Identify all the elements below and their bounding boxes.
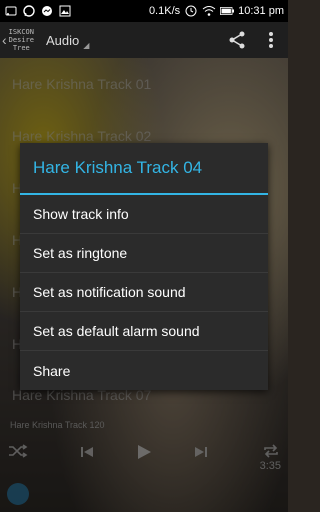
page-title[interactable]: Audio bbox=[46, 33, 79, 48]
menu-item-set-as-notification-sound[interactable]: Set as notification sound bbox=[20, 273, 268, 312]
whatsapp-icon bbox=[22, 4, 36, 18]
track-context-dialog: Hare Krishna Track 04 Show track info Se… bbox=[20, 143, 268, 390]
clock-time: 10:31 pm bbox=[238, 5, 284, 17]
action-bar: ‹ ISKCON Desire Tree Audio ◢ bbox=[0, 22, 288, 58]
gallery-icon bbox=[58, 4, 72, 18]
menu-item-set-as-ringtone[interactable]: Set as ringtone bbox=[20, 234, 268, 273]
network-speed: 0.1K/s bbox=[148, 5, 181, 17]
back-chevron-icon[interactable]: ‹ bbox=[2, 32, 7, 48]
menu-item-show-track-info[interactable]: Show track info bbox=[20, 195, 268, 234]
spinner-dropdown-icon[interactable]: ◢ bbox=[83, 41, 89, 50]
logo-line: ISKCON bbox=[8, 28, 34, 36]
logo-line: Tree bbox=[12, 44, 30, 52]
app-logo[interactable]: ‹ ISKCON Desire Tree bbox=[2, 28, 34, 52]
menu-item-set-as-alarm-sound[interactable]: Set as default alarm sound bbox=[20, 312, 268, 351]
status-bar: 0.1K/s 10:31 pm bbox=[0, 0, 288, 22]
messenger-icon bbox=[40, 4, 54, 18]
menu-item-share[interactable]: Share bbox=[20, 351, 268, 390]
battery-icon bbox=[220, 4, 235, 18]
dialog-title: Hare Krishna Track 04 bbox=[20, 143, 268, 195]
cast-icon bbox=[4, 4, 18, 18]
wifi-icon bbox=[202, 4, 216, 18]
share-icon[interactable] bbox=[228, 31, 246, 49]
clock-icon bbox=[184, 4, 198, 18]
overflow-menu-icon[interactable] bbox=[268, 31, 274, 49]
logo-line: Desire bbox=[8, 36, 34, 44]
